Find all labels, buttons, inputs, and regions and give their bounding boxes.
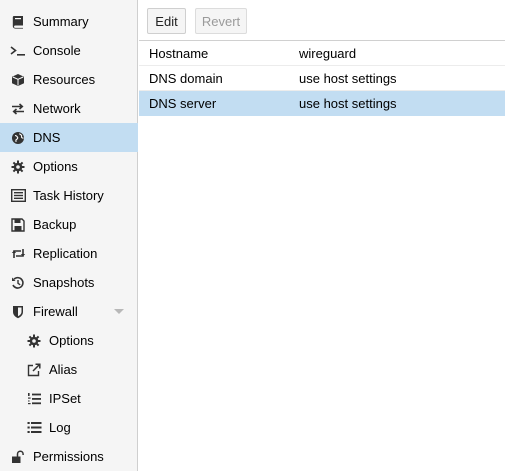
sidebar-item-label: Firewall bbox=[33, 304, 78, 319]
sidebar-item-firewall[interactable]: Firewall bbox=[0, 297, 138, 326]
sidebar-item-firewall-options[interactable]: Options bbox=[0, 326, 138, 355]
sidebar-item-firewall-ipset[interactable]: IPSet bbox=[0, 384, 138, 413]
sidebar: Summary Console Resources Network DNS Op… bbox=[0, 0, 138, 471]
row-value: use host settings bbox=[299, 95, 397, 111]
sidebar-item-label: Permissions bbox=[33, 449, 104, 464]
sidebar-item-label: Task History bbox=[33, 188, 104, 203]
cube-icon bbox=[10, 72, 26, 88]
list-icon bbox=[26, 420, 42, 436]
sidebar-item-firewall-alias[interactable]: Alias bbox=[0, 355, 138, 384]
sidebar-item-snapshots[interactable]: Snapshots bbox=[0, 268, 138, 297]
sidebar-item-summary[interactable]: Summary bbox=[0, 7, 138, 36]
sidebar-item-permissions[interactable]: Permissions bbox=[0, 442, 138, 471]
sidebar-item-label: Replication bbox=[33, 246, 98, 261]
sidebar-item-label: Snapshots bbox=[33, 275, 95, 290]
sidebar-item-label: Resources bbox=[33, 72, 96, 87]
list-ol-icon bbox=[26, 391, 42, 407]
sidebar-item-label: Log bbox=[49, 420, 71, 435]
row-key: Hostname bbox=[149, 45, 209, 61]
globe-icon bbox=[10, 130, 26, 146]
row-value: use host settings bbox=[299, 70, 397, 86]
shield-icon bbox=[10, 304, 26, 320]
retweet-icon bbox=[10, 246, 26, 262]
sidebar-item-resources[interactable]: Resources bbox=[0, 65, 138, 94]
list-alt-icon bbox=[10, 188, 26, 204]
row-value: wireguard bbox=[299, 45, 357, 61]
sidebar-item-console[interactable]: Console bbox=[0, 36, 138, 65]
sidebar-item-label: IPSet bbox=[49, 391, 81, 406]
sidebar-item-label: DNS bbox=[33, 130, 61, 145]
sidebar-item-label: Network bbox=[33, 101, 81, 116]
external-link-icon bbox=[26, 362, 42, 378]
sidebar-item-replication[interactable]: Replication bbox=[0, 239, 138, 268]
exchange-icon bbox=[10, 101, 26, 117]
terminal-icon bbox=[10, 43, 26, 59]
book-icon bbox=[10, 14, 26, 30]
sidebar-item-label: Options bbox=[33, 159, 78, 174]
table-row[interactable]: DNS domain use host settings bbox=[139, 66, 505, 91]
history-icon bbox=[10, 275, 26, 291]
sidebar-item-label: Console bbox=[33, 43, 81, 58]
sidebar-item-dns[interactable]: DNS bbox=[0, 123, 138, 152]
sidebar-item-options[interactable]: Options bbox=[0, 152, 138, 181]
chevron-down-icon[interactable] bbox=[114, 309, 124, 314]
gear-icon bbox=[26, 333, 42, 349]
revert-button[interactable]: Revert bbox=[195, 8, 247, 34]
table-row[interactable]: DNS server use host settings bbox=[139, 91, 505, 116]
unlock-icon bbox=[10, 449, 26, 465]
sidebar-item-label: Backup bbox=[33, 217, 77, 232]
sidebar-item-backup[interactable]: Backup bbox=[0, 210, 138, 239]
row-key: DNS domain bbox=[149, 70, 223, 86]
row-key: DNS server bbox=[149, 95, 217, 111]
sidebar-item-firewall-log[interactable]: Log bbox=[0, 413, 138, 442]
sidebar-item-label: Alias bbox=[49, 362, 78, 377]
sidebar-item-network[interactable]: Network bbox=[0, 94, 138, 123]
sidebar-item-label: Summary bbox=[33, 14, 89, 29]
edit-button[interactable]: Edit bbox=[147, 8, 186, 34]
toolbar: Edit Revert bbox=[139, 0, 505, 41]
gear-icon bbox=[10, 159, 26, 175]
sidebar-item-task-history[interactable]: Task History bbox=[0, 181, 138, 210]
floppy-icon bbox=[10, 217, 26, 233]
table-row[interactable]: Hostname wireguard bbox=[139, 41, 505, 66]
sidebar-item-label: Options bbox=[49, 333, 94, 348]
